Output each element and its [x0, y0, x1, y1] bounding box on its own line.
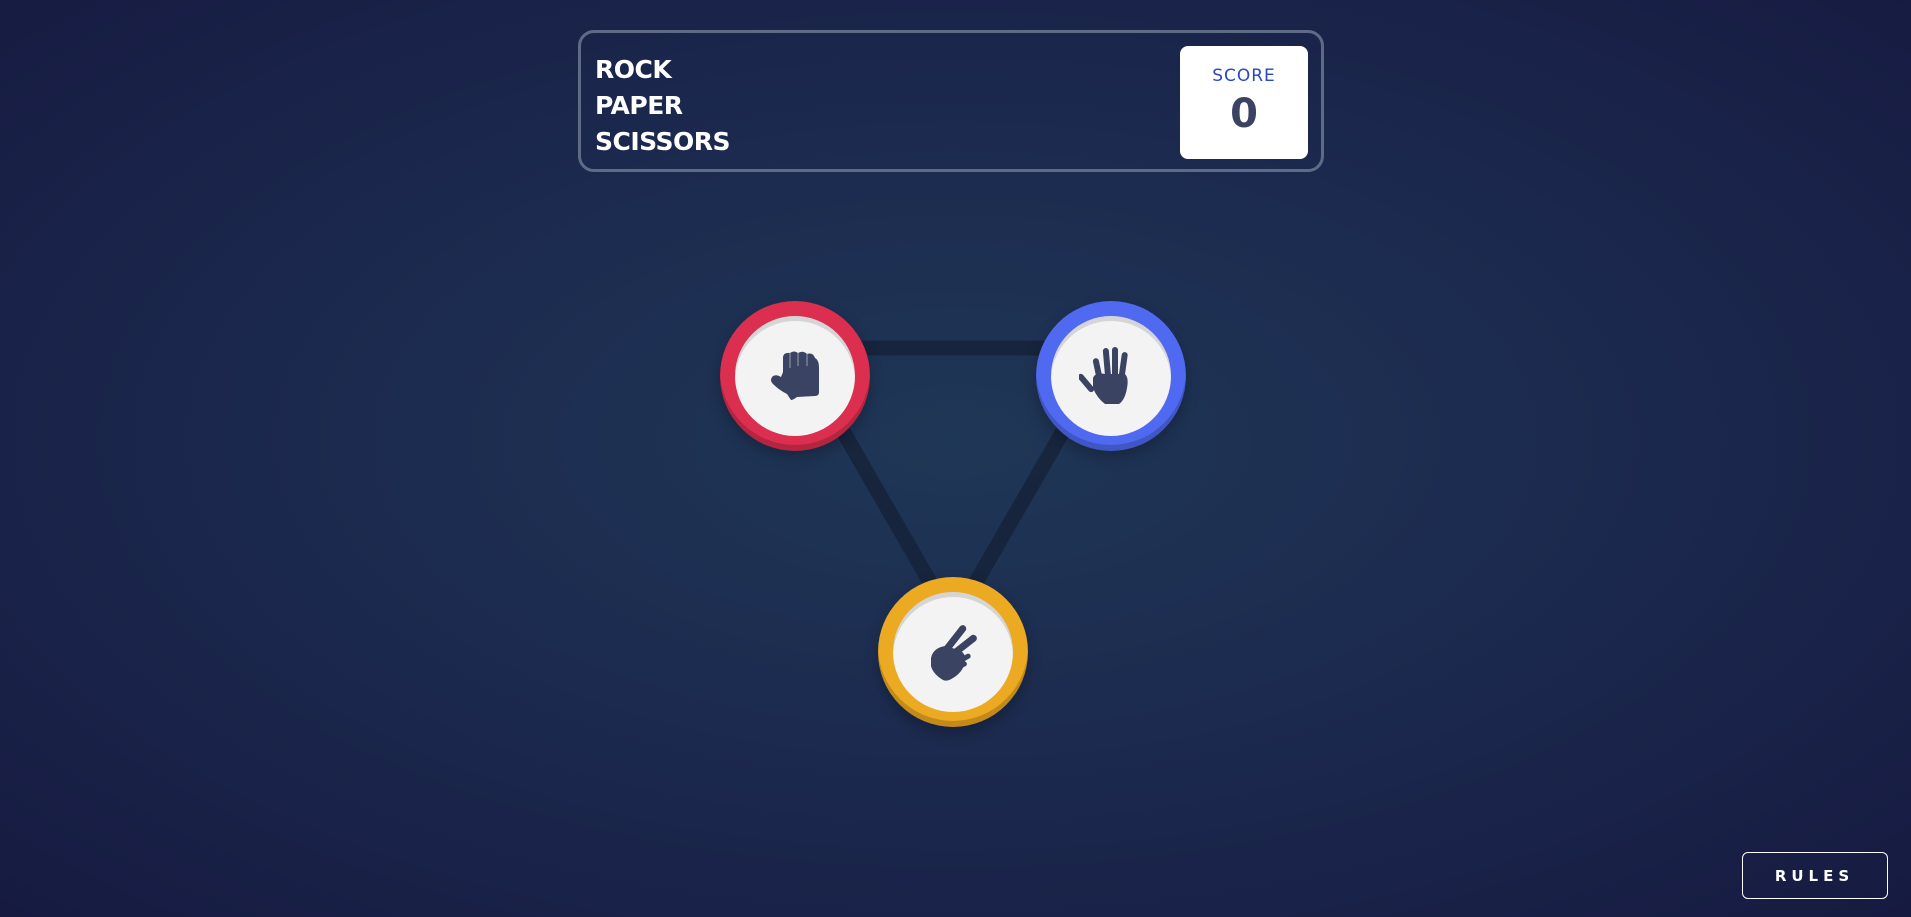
score-header: ROCK PAPER SCISSORS SCORE 0 — [578, 30, 1324, 172]
paper-button[interactable] — [1036, 301, 1186, 451]
rock-inner — [735, 316, 855, 436]
score-box: SCORE 0 — [1180, 46, 1308, 159]
scissors-button[interactable] — [878, 577, 1028, 727]
game-title: ROCK PAPER SCISSORS — [595, 52, 731, 160]
rules-button[interactable]: RULES — [1742, 852, 1888, 899]
title-paper: PAPER — [595, 91, 683, 120]
score-label: SCORE — [1212, 66, 1276, 86]
rock-button[interactable] — [720, 301, 870, 451]
title-scissors: SCISSORS — [595, 127, 731, 156]
scissors-inner — [893, 592, 1013, 712]
paper-hand-icon — [1079, 347, 1128, 404]
score-value: 0 — [1230, 91, 1258, 137]
title-rock: ROCK — [595, 55, 672, 84]
scissors-hand-icon — [931, 625, 977, 681]
paper-inner — [1051, 316, 1171, 436]
rock-fist-icon — [771, 351, 819, 400]
